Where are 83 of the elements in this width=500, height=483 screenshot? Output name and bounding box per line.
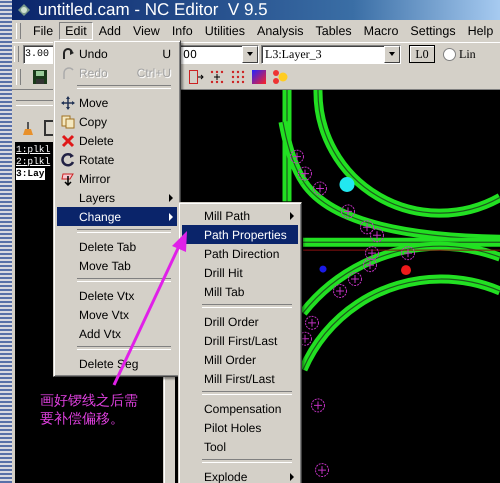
annotation-text: 画好锣线之后需要补偿偏移。 bbox=[40, 392, 139, 428]
menu-item[interactable]: Analysis bbox=[250, 22, 310, 40]
menu-item[interactable]: Delete bbox=[57, 131, 177, 150]
dropdown-button[interactable] bbox=[384, 46, 400, 62]
layer-item[interactable]: 2:plkl bbox=[16, 156, 50, 168]
menu-item[interactable]: Move Vtx bbox=[57, 305, 177, 324]
frame-icon[interactable] bbox=[188, 69, 204, 85]
rotate-icon bbox=[61, 152, 75, 166]
layer-button[interactable]: L0 bbox=[409, 45, 435, 63]
brush-icon[interactable] bbox=[20, 120, 36, 136]
app-icon bbox=[16, 2, 32, 18]
layer-item[interactable]: 1:plkl bbox=[16, 144, 50, 156]
menu-item[interactable]: Settings bbox=[404, 22, 462, 40]
window-title: untitled.cam - NC Editor V 9.5 bbox=[38, 0, 268, 20]
vertex-marker bbox=[298, 166, 312, 181]
menu-item[interactable]: Mill Order bbox=[182, 350, 298, 369]
vertex-marker bbox=[311, 398, 325, 412]
menu-item[interactable]: Tool bbox=[182, 437, 298, 456]
submenu-arrow-icon bbox=[290, 473, 294, 481]
undo-icon bbox=[61, 46, 75, 60]
delete-icon bbox=[61, 134, 75, 148]
layer-combo[interactable]: L3:Layer_3 bbox=[261, 44, 401, 64]
dot-grid-icon[interactable] bbox=[209, 69, 225, 85]
menu-item[interactable]: Mirror bbox=[57, 169, 177, 188]
menu-item[interactable]: Move Tab bbox=[57, 256, 177, 275]
menu-item[interactable]: Help bbox=[462, 22, 500, 40]
menu-item[interactable]: Add bbox=[92, 22, 127, 40]
menu-item[interactable]: Move bbox=[57, 93, 177, 112]
menu-item[interactable]: Delete Tab bbox=[57, 237, 177, 256]
marker-dot bbox=[340, 177, 354, 192]
menu-item[interactable]: Path Properties bbox=[182, 225, 298, 244]
combo-field[interactable]: 00 bbox=[179, 44, 259, 64]
menu-item[interactable]: Mill First/Last bbox=[182, 369, 298, 388]
menu-item[interactable]: Change bbox=[57, 207, 177, 226]
vertex-marker bbox=[315, 463, 329, 478]
menu-item[interactable]: Undo U bbox=[57, 44, 177, 63]
menu-item[interactable]: Macro bbox=[358, 22, 404, 40]
gradient-square-icon[interactable] bbox=[251, 69, 267, 85]
menu-item[interactable]: Drill Hit bbox=[182, 263, 298, 282]
menu-item[interactable]: Path Direction bbox=[182, 244, 298, 263]
move-icon bbox=[61, 96, 75, 110]
submenu-arrow-icon bbox=[290, 212, 294, 220]
menu-item[interactable]: Compensation bbox=[182, 399, 298, 418]
vertex-marker bbox=[290, 150, 304, 164]
menu-item[interactable]: Layers bbox=[57, 188, 177, 207]
layer-item[interactable]: 3:Lay bbox=[16, 168, 45, 180]
dropdown-button[interactable] bbox=[242, 46, 258, 62]
menu-item[interactable]: Copy bbox=[57, 112, 177, 131]
vertex-marker bbox=[365, 246, 379, 260]
copy-icon bbox=[61, 114, 75, 128]
vertex-marker bbox=[360, 220, 374, 234]
submenu-arrow-icon bbox=[169, 213, 173, 221]
menu-item[interactable]: File bbox=[27, 22, 60, 40]
vertex-marker bbox=[333, 284, 347, 298]
menu-item[interactable]: Add Vtx bbox=[57, 324, 177, 343]
vertex-marker bbox=[341, 204, 355, 218]
menu-item[interactable]: Utilities bbox=[198, 22, 251, 40]
menu-item[interactable]: Rotate bbox=[57, 150, 177, 169]
menu-item[interactable]: Drill First/Last bbox=[182, 331, 298, 350]
vertex-marker bbox=[348, 272, 362, 286]
mirror-icon bbox=[60, 172, 76, 186]
menu-item[interactable]: Drill Order bbox=[182, 312, 298, 331]
vertex-marker bbox=[401, 246, 415, 260]
vertex-marker bbox=[313, 182, 327, 196]
menu-item[interactable]: Mill Path bbox=[182, 206, 298, 225]
menu-item[interactable]: View bbox=[126, 22, 166, 40]
menu-item[interactable]: Delete Vtx bbox=[57, 286, 177, 305]
marker-dot bbox=[320, 266, 326, 273]
vertex-marker bbox=[305, 316, 319, 330]
menu-item[interactable]: Edit bbox=[59, 22, 93, 40]
menu-item[interactable]: Pilot Holes bbox=[182, 418, 298, 437]
dot-grid-icon[interactable] bbox=[230, 69, 246, 85]
submenu-arrow-icon bbox=[169, 194, 173, 202]
vertex-marker bbox=[370, 228, 384, 242]
vertex-marker bbox=[363, 258, 377, 272]
redo-icon bbox=[61, 66, 75, 80]
menu-item[interactable]: Explode bbox=[182, 467, 298, 483]
marker-dot bbox=[401, 265, 411, 276]
radio-button[interactable]: Lin bbox=[443, 46, 476, 62]
circle-cluster-icon[interactable] bbox=[272, 69, 288, 85]
menu-item[interactable]: Tables bbox=[310, 22, 358, 40]
menu-item[interactable]: Mill Tab bbox=[182, 282, 298, 301]
menu-item[interactable]: Info bbox=[166, 22, 199, 40]
